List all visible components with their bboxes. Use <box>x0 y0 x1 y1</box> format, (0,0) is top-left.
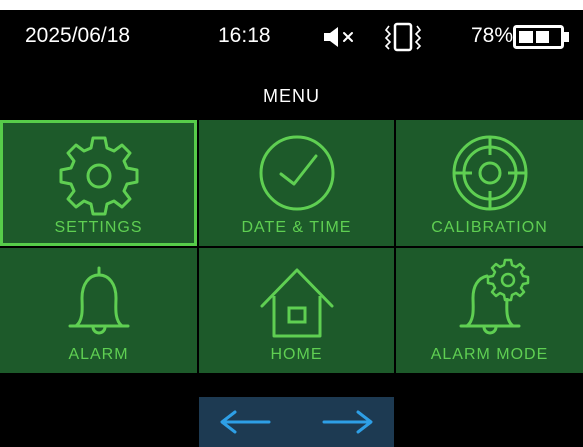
crosshair-icon <box>445 126 535 221</box>
home-label: HOME <box>270 346 323 363</box>
status-bar: 2025/06/18 16:18 78% <box>0 10 583 62</box>
clock-icon <box>252 126 342 221</box>
menu-title: MENU <box>263 86 320 106</box>
settings-tile[interactable]: SETTINGS <box>0 120 197 246</box>
date-time-label: DATE & TIME <box>241 219 352 236</box>
alarm-mode-label: ALARM MODE <box>430 346 549 363</box>
menu-grid: SETTINGS DATE & TIME CALIBRATION ALARM H… <box>0 120 583 373</box>
house-icon <box>252 254 342 349</box>
speaker-muted-icon <box>322 25 362 56</box>
calibration-tile[interactable]: CALIBRATION <box>396 120 583 246</box>
nav-bar <box>199 397 394 447</box>
top-strip <box>0 0 583 10</box>
alarm-mode-tile[interactable]: ALARM MODE <box>396 248 583 373</box>
status-time: 16:18 <box>218 24 271 47</box>
alarm-tile[interactable]: ALARM <box>0 248 197 373</box>
bell-icon <box>54 254 144 349</box>
settings-label: SETTINGS <box>54 219 143 236</box>
home-tile[interactable]: HOME <box>199 248 394 373</box>
alarm-label: ALARM <box>68 346 129 363</box>
vibrate-icon <box>383 22 423 59</box>
battery-percent: 78% <box>471 24 514 47</box>
calibration-label: CALIBRATION <box>431 219 548 236</box>
arrow-right-icon[interactable] <box>320 407 376 442</box>
arrow-left-icon[interactable] <box>217 407 273 442</box>
battery-icon <box>513 25 571 56</box>
bell-gear-icon <box>445 254 535 349</box>
date-time-tile[interactable]: DATE & TIME <box>199 120 394 246</box>
status-date: 2025/06/18 <box>25 24 131 47</box>
gear-icon <box>54 126 144 221</box>
